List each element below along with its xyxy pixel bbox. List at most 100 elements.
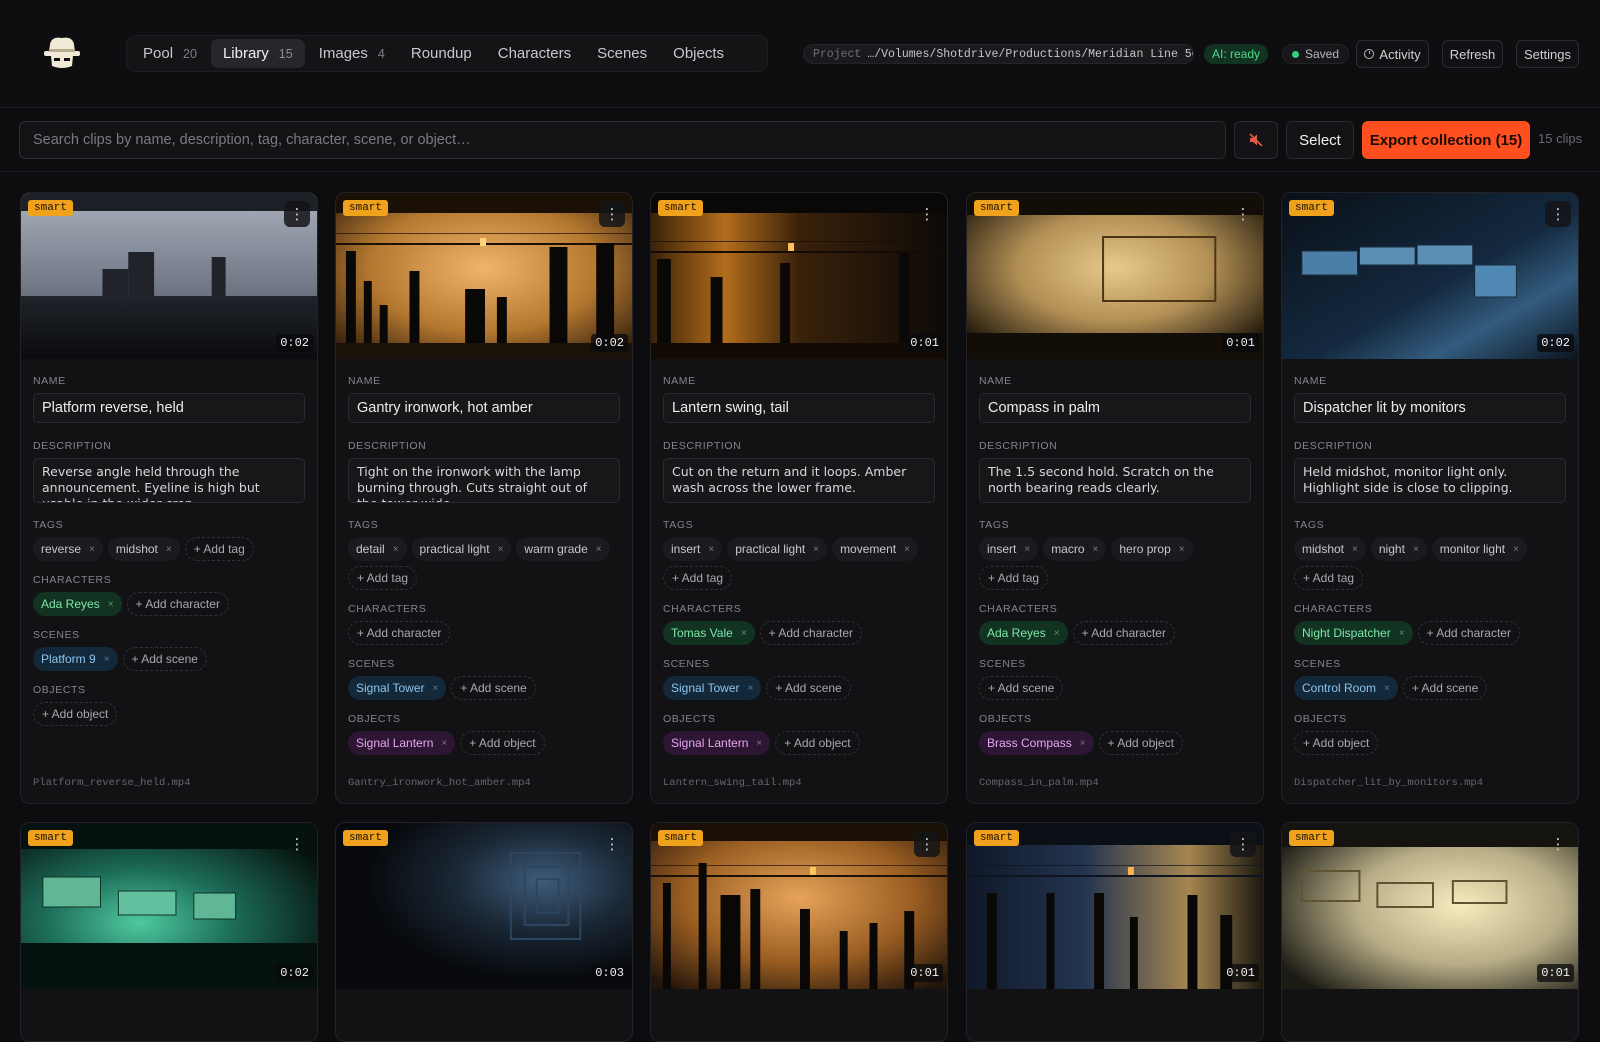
tab-scenes[interactable]: Scenes — [585, 39, 659, 68]
clip-thumbnail[interactable]: smart ⋮ 0:02 — [1282, 193, 1578, 359]
scene-chip[interactable]: Signal Tower × — [663, 676, 762, 700]
remove-x-icon[interactable]: × — [393, 544, 399, 555]
object-chip[interactable]: Signal Lantern × — [348, 731, 456, 755]
add-character-button[interactable]: + Add character — [1417, 621, 1520, 645]
tag-chip[interactable]: movement × — [832, 537, 918, 561]
add-object-button[interactable]: + Add object — [460, 731, 545, 755]
object-chip[interactable]: Signal Lantern × — [663, 731, 771, 755]
tag-chip[interactable]: detail × — [348, 537, 407, 561]
clip-description-field[interactable] — [1294, 458, 1566, 503]
clip-card[interactable]: smart ⋮ 0:01 — [650, 822, 948, 1042]
add-object-button[interactable]: + Add object — [33, 702, 118, 726]
more-options-icon[interactable]: ⋮ — [1230, 831, 1256, 857]
tag-chip[interactable]: midshot × — [1294, 537, 1366, 561]
clip-thumbnail[interactable]: smart ⋮ 0:02 — [21, 823, 317, 989]
more-options-icon[interactable]: ⋮ — [284, 201, 310, 227]
tag-chip[interactable]: reverse × — [33, 537, 103, 561]
clip-thumbnail[interactable]: smart ⋮ 0:01 — [1282, 823, 1578, 989]
tag-chip[interactable]: insert × — [979, 537, 1039, 561]
remove-x-icon[interactable]: × — [1093, 544, 1099, 555]
mute-button[interactable] — [1234, 121, 1278, 159]
more-options-icon[interactable]: ⋮ — [1230, 201, 1256, 227]
clip-thumbnail[interactable]: smart ⋮ 0:02 — [336, 193, 632, 359]
more-options-icon[interactable]: ⋮ — [1545, 201, 1571, 227]
remove-x-icon[interactable]: × — [1024, 544, 1030, 555]
remove-x-icon[interactable]: × — [1080, 738, 1086, 749]
clip-description-field[interactable] — [979, 458, 1251, 503]
add-object-button[interactable]: + Add object — [1098, 731, 1183, 755]
tag-chip[interactable]: insert × — [663, 537, 723, 561]
add-scene-button[interactable]: + Add scene — [766, 676, 851, 700]
clip-card[interactable]: smart⋮0:02NAMEDESCRIPTIONTAGSreverse×mid… — [20, 192, 318, 804]
remove-x-icon[interactable]: × — [1179, 544, 1185, 555]
add-scene-button[interactable]: + Add scene — [1402, 676, 1488, 700]
tag-chip[interactable]: warm grade × — [516, 537, 610, 561]
tag-chip[interactable]: practical light × — [727, 537, 828, 561]
character-chip[interactable]: Tomas Vale × — [663, 621, 755, 645]
clip-card[interactable]: smart⋮0:02NAMEDESCRIPTIONTAGSdetail×prac… — [335, 192, 633, 804]
more-options-icon[interactable]: ⋮ — [599, 201, 625, 227]
remove-x-icon[interactable]: × — [708, 544, 714, 555]
add-tag-button[interactable]: + Add tag — [663, 566, 733, 590]
remove-x-icon[interactable]: × — [108, 599, 114, 610]
more-options-icon[interactable]: ⋮ — [914, 201, 940, 227]
remove-x-icon[interactable]: × — [904, 544, 910, 555]
add-character-button[interactable]: + Add character — [1072, 621, 1175, 645]
add-scene-button[interactable]: + Add scene — [979, 676, 1064, 700]
object-chip[interactable]: Brass Compass × — [979, 731, 1094, 755]
clip-card[interactable]: smart⋮0:01NAMEDESCRIPTIONTAGSinsert×macr… — [966, 192, 1264, 804]
clip-description-field[interactable] — [663, 458, 935, 503]
character-chip[interactable]: Night Dispatcher × — [1294, 621, 1413, 645]
add-object-button[interactable]: + Add object — [1294, 731, 1379, 755]
tab-pool[interactable]: Pool 20 — [131, 39, 209, 68]
clip-thumbnail[interactable]: smart ⋮ 0:01 — [967, 193, 1263, 359]
clip-name-field[interactable] — [348, 393, 620, 423]
tag-chip[interactable]: monitor light × — [1431, 537, 1527, 561]
add-character-button[interactable]: + Add character — [126, 592, 229, 616]
add-tag-button[interactable]: + Add tag — [184, 537, 254, 561]
add-scene-button[interactable]: + Add scene — [122, 647, 207, 671]
remove-x-icon[interactable]: × — [741, 628, 747, 639]
clip-name-field[interactable] — [979, 393, 1251, 423]
search-input[interactable] — [19, 121, 1226, 159]
character-chip[interactable]: Ada Reyes × — [33, 592, 122, 616]
remove-x-icon[interactable]: × — [166, 544, 172, 555]
export-collection-button[interactable]: Export collection (15) — [1362, 121, 1530, 159]
add-tag-button[interactable]: + Add tag — [348, 566, 418, 590]
clip-card[interactable]: smart ⋮ 0:02 — [20, 822, 318, 1042]
clip-card[interactable]: smart⋮0:01NAMEDESCRIPTIONTAGSinsert×prac… — [650, 192, 948, 804]
clip-thumbnail[interactable]: smart ⋮ 0:01 — [967, 823, 1263, 989]
scene-chip[interactable]: Signal Tower × — [348, 676, 447, 700]
tag-chip[interactable]: hero prop × — [1111, 537, 1193, 561]
remove-x-icon[interactable]: × — [813, 544, 819, 555]
remove-x-icon[interactable]: × — [596, 544, 602, 555]
settings-button[interactable]: Settings — [1516, 40, 1579, 68]
remove-x-icon[interactable]: × — [1054, 628, 1060, 639]
add-character-button[interactable]: + Add character — [759, 621, 863, 645]
tab-images[interactable]: Images 4 — [307, 39, 397, 68]
add-tag-button[interactable]: + Add tag — [979, 566, 1049, 590]
clip-card[interactable]: smart ⋮ 0:03 — [335, 822, 633, 1042]
clip-card[interactable]: smart ⋮ 0:01 — [966, 822, 1264, 1042]
tab-characters[interactable]: Characters — [486, 39, 583, 68]
character-chip[interactable]: Ada Reyes × — [979, 621, 1068, 645]
clip-description-field[interactable] — [348, 458, 620, 503]
add-scene-button[interactable]: + Add scene — [451, 676, 536, 700]
remove-x-icon[interactable]: × — [1399, 628, 1405, 639]
scene-chip[interactable]: Platform 9 × — [33, 647, 118, 671]
clip-name-field[interactable] — [663, 393, 935, 423]
more-options-icon[interactable]: ⋮ — [284, 831, 310, 857]
add-character-button[interactable]: + Add character — [348, 621, 451, 645]
clip-card[interactable]: smart⋮0:02NAMEDESCRIPTIONTAGSmidshot×nig… — [1281, 192, 1579, 804]
remove-x-icon[interactable]: × — [1352, 544, 1358, 555]
remove-x-icon[interactable]: × — [89, 544, 95, 555]
more-options-icon[interactable]: ⋮ — [1545, 831, 1571, 857]
tab-roundup[interactable]: Roundup — [399, 39, 484, 68]
add-tag-button[interactable]: + Add tag — [1294, 566, 1364, 590]
remove-x-icon[interactable]: × — [747, 683, 753, 694]
clip-thumbnail[interactable]: smart ⋮ 0:01 — [651, 823, 947, 989]
tag-chip[interactable]: night × — [1370, 537, 1427, 561]
more-options-icon[interactable]: ⋮ — [599, 831, 625, 857]
more-options-icon[interactable]: ⋮ — [914, 831, 940, 857]
tab-objects[interactable]: Objects — [661, 39, 736, 68]
